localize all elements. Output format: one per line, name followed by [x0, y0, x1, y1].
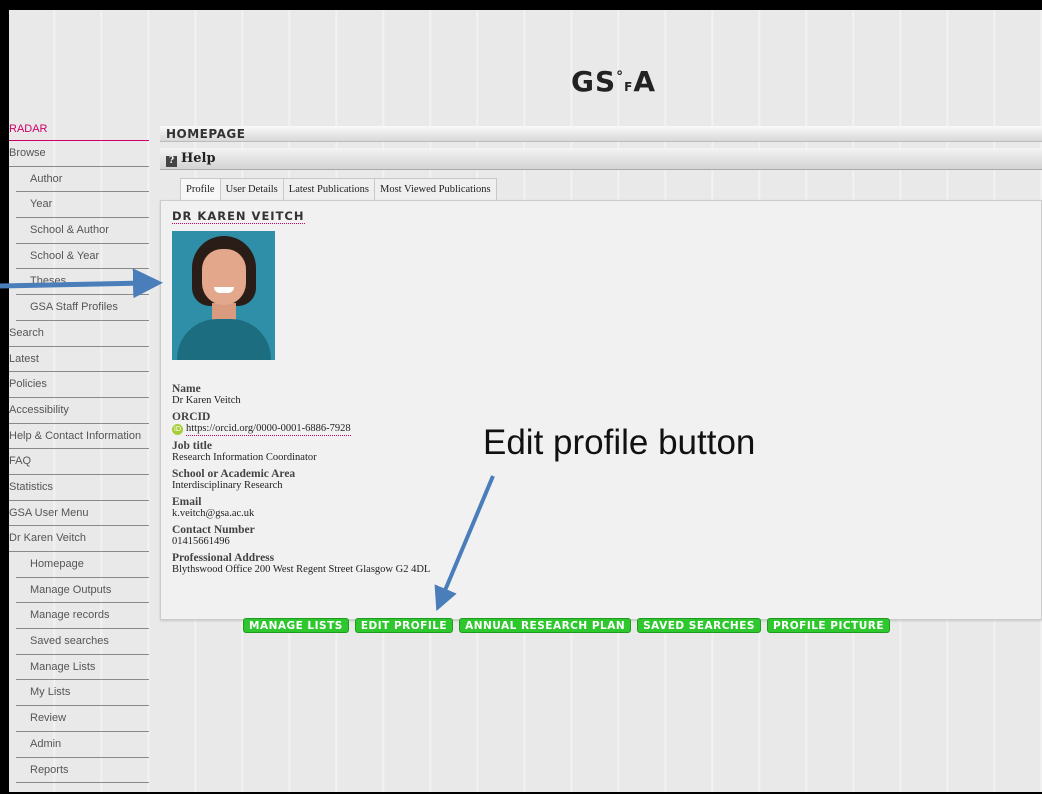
sidebar-item-admin[interactable]: Admin: [16, 732, 149, 758]
sidebar-item-search[interactable]: Search: [9, 321, 149, 347]
tab-latest-publications[interactable]: Latest Publications: [282, 178, 375, 201]
orcid-icon: iD: [172, 424, 183, 435]
profile-tabs: Profile User Details Latest Publications Mo…: [180, 178, 497, 201]
page-heading: HOMEPAGE: [160, 126, 1042, 142]
sidebar-item-school-author[interactable]: School & Author: [16, 218, 149, 244]
sidebar-item-statistics[interactable]: Statistics: [9, 475, 149, 501]
gsa-logo[interactable]: GS°FA: [571, 65, 656, 98]
field-value: Dr Karen Veitch: [172, 395, 241, 406]
sidebar-item-gsa-user-menu[interactable]: GSA User Menu: [9, 501, 149, 527]
profile-actions: MANAGE LISTS EDIT PROFILE ANNUAL RESEARCH …: [243, 618, 896, 633]
sidebar-item-help-contact-information[interactable]: Help & Contact Information: [9, 424, 149, 450]
sidebar-item-radar[interactable]: RADAR: [9, 119, 149, 141]
sidebar-item-faq[interactable]: FAQ: [9, 449, 149, 475]
sidebar-item-policies[interactable]: Policies: [9, 372, 149, 398]
sidebar-item-author[interactable]: Author: [16, 167, 149, 193]
sidebar-item-homepage[interactable]: Homepage: [16, 552, 149, 578]
sidebar-item-latest[interactable]: Latest: [9, 347, 149, 373]
field-value: Interdisciplinary Research: [172, 480, 283, 491]
field-value: Blythswood Office 200 West Regent Street…: [172, 564, 431, 575]
field-value: 01415661496: [172, 536, 230, 547]
sidebar-item-reports[interactable]: Reports: [16, 758, 149, 784]
orcid-link[interactable]: https://orcid.org/0000-0001-6886-7928: [186, 423, 351, 436]
profile-panel: DR KAREN VEITCH Name Dr Karen Veitch ORCID…: [160, 200, 1042, 620]
manage-lists-button[interactable]: MANAGE LISTS: [243, 618, 349, 633]
field-label: Contact Number: [172, 524, 255, 536]
sidebar-item-dr-karen-veitch[interactable]: Dr Karen Veitch: [9, 526, 149, 552]
help-icon: ?: [166, 156, 177, 167]
sidebar-item-manage-records[interactable]: Manage records: [16, 603, 149, 630]
field-value: Research Information Coordinator: [172, 452, 317, 463]
profile-picture-button[interactable]: PROFILE PICTURE: [766, 618, 891, 633]
annual-research-plan-button[interactable]: ANNUAL RESEARCH PLAN: [459, 618, 632, 633]
field-label: School or Academic Area: [172, 468, 296, 480]
sidebar-item-browse[interactable]: Browse: [9, 141, 149, 167]
profile-title: DR KAREN VEITCH: [172, 209, 305, 224]
sidebar-item-year[interactable]: Year: [16, 192, 149, 219]
edit-profile-button[interactable]: EDIT PROFILE: [354, 618, 454, 633]
sidebar-item-school-year[interactable]: School & Year: [16, 244, 149, 270]
tab-user-details[interactable]: User Details: [219, 178, 284, 201]
profile-photo: [172, 231, 275, 360]
field-value[interactable]: iD https://orcid.org/0000-0001-6886-7928: [172, 423, 430, 436]
sidebar-item-my-lists[interactable]: My Lists: [16, 680, 149, 707]
tab-most-viewed-publications[interactable]: Most Viewed Publications: [373, 178, 497, 201]
profile-fields: Name Dr Karen Veitch ORCID iD https://orcid.…: [172, 379, 430, 576]
sidebar-item-gsa-staff-profiles[interactable]: GSA Staff Profiles: [16, 295, 149, 321]
sidebar-item-theses[interactable]: Theses: [16, 269, 149, 296]
sidebar-item-accessibility[interactable]: Accessibility: [9, 398, 149, 424]
field-label: Professional Address: [172, 552, 275, 564]
help-label: Help: [181, 151, 216, 166]
saved-searches-button[interactable]: SAVED SEARCHES: [637, 618, 761, 633]
help-toggle[interactable]: ? Help: [160, 148, 1042, 170]
field-label: Email: [172, 496, 202, 508]
sidebar-nav: RADAR Browse Author Year School & Author Scho…: [9, 119, 149, 784]
sidebar-item-saved-searches[interactable]: Saved searches: [16, 629, 149, 655]
field-value: k.veitch@gsa.ac.uk: [172, 508, 255, 519]
sidebar-item-manage-lists[interactable]: Manage Lists: [16, 655, 149, 681]
field-label: ORCID: [172, 411, 211, 423]
field-label: Name: [172, 383, 201, 395]
field-label: Job title: [172, 440, 212, 452]
page-frame: GS°FA RADAR Browse Author Year School & Auth…: [9, 10, 1042, 792]
sidebar-item-manage-outputs[interactable]: Manage Outputs: [16, 578, 149, 604]
annotation-label: Edit profile button: [483, 423, 756, 462]
tab-profile[interactable]: Profile: [180, 178, 221, 201]
sidebar-item-review[interactable]: Review: [16, 706, 149, 732]
